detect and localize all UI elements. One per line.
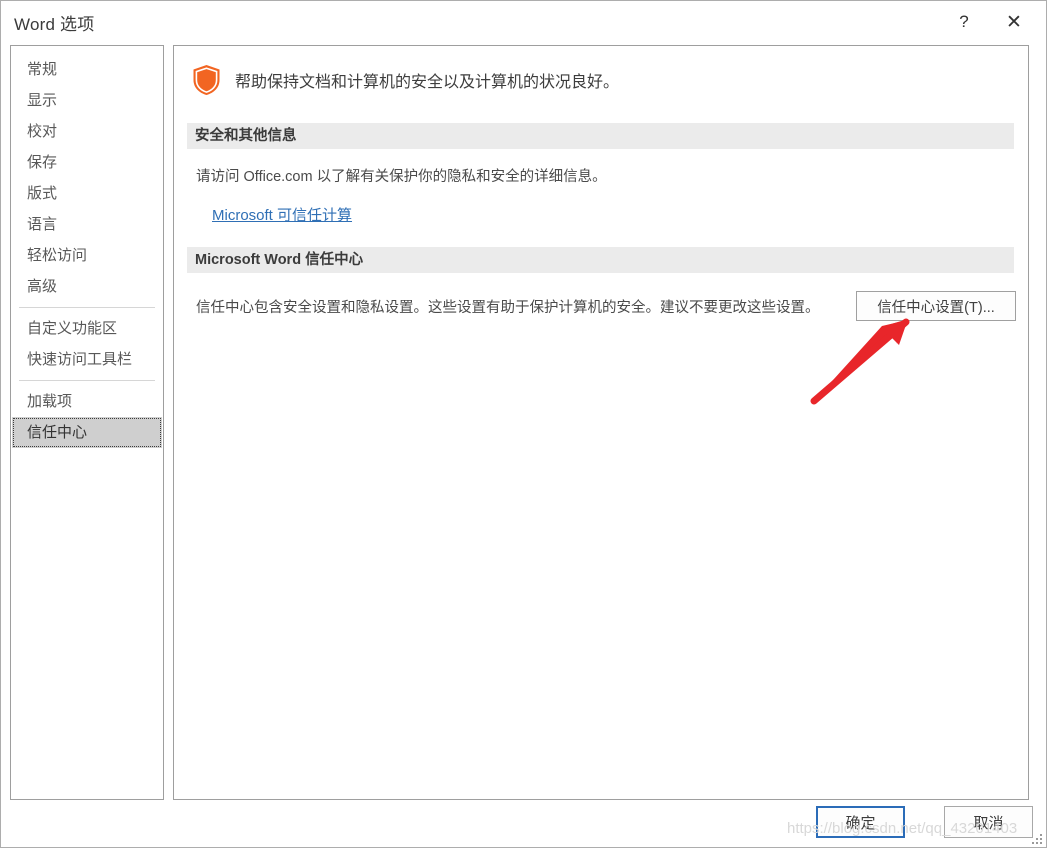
trust-center-description: 信任中心包含安全设置和隐私设置。这些设置有助于保护计算机的安全。建议不要更改这些… [196,299,820,316]
trusted-computing-link-row: Microsoft 可信任计算 [174,204,1028,225]
help-icon[interactable]: ? [942,3,986,41]
word-options-dialog: Word 选项 ? ✕ 常规 显示 校对 保存 版式 语言 轻松访问 高级 自定… [0,0,1047,848]
sidebar-item-ease-of-access[interactable]: 轻松访问 [11,240,163,271]
trust-center-row: 信任中心包含安全设置和隐私设置。这些设置有助于保护计算机的安全。建议不要更改这些… [174,291,1028,321]
sidebar-item-quick-access-toolbar[interactable]: 快速访问工具栏 [11,344,163,375]
trust-center-section-banner: Microsoft Word 信任中心 [187,247,1014,273]
page-title: Word 选项 [14,15,95,34]
title-bar: Word 选项 ? ✕ [1,1,1046,44]
sidebar-item-trust-center[interactable]: 信任中心 [12,417,162,448]
security-section-banner: 安全和其他信息 [187,123,1014,149]
resize-grip[interactable] [1030,832,1042,844]
sidebar-item-advanced[interactable]: 高级 [11,271,163,302]
sidebar-item-save[interactable]: 保存 [11,147,163,178]
heading-text: 帮助保持文档和计算机的安全以及计算机的状况良好。 [235,74,620,91]
close-icon[interactable]: ✕ [992,3,1036,41]
sidebar-item-customize-ribbon[interactable]: 自定义功能区 [11,313,163,344]
microsoft-trustworthy-computing-link[interactable]: Microsoft 可信任计算 [212,207,352,224]
sidebar-item-language[interactable]: 语言 [11,209,163,240]
sidebar-item-layout[interactable]: 版式 [11,178,163,209]
sidebar-item-add-ins[interactable]: 加载项 [11,386,163,417]
shield-icon [193,65,220,95]
trust-center-settings-button[interactable]: 信任中心设置(T)... [856,291,1016,321]
heading-row: 帮助保持文档和计算机的安全以及计算机的状况良好。 [174,46,1028,96]
sidebar-item-display[interactable]: 显示 [11,85,163,116]
watermark: https://blog.csdn.net/qq_43201403 [787,820,1018,837]
sidebar-separator [19,380,155,381]
security-section-description: 请访问 Office.com 以了解有关保护你的隐私和安全的详细信息。 [196,169,607,185]
sidebar-item-general[interactable]: 常规 [11,54,163,85]
sidebar-item-proofing[interactable]: 校对 [11,116,163,147]
sidebar: 常规 显示 校对 保存 版式 语言 轻松访问 高级 自定义功能区 快速访问工具栏… [10,45,164,800]
sidebar-separator [19,307,155,308]
content-panel: 帮助保持文档和计算机的安全以及计算机的状况良好。 安全和其他信息 请访问 Off… [173,45,1029,800]
